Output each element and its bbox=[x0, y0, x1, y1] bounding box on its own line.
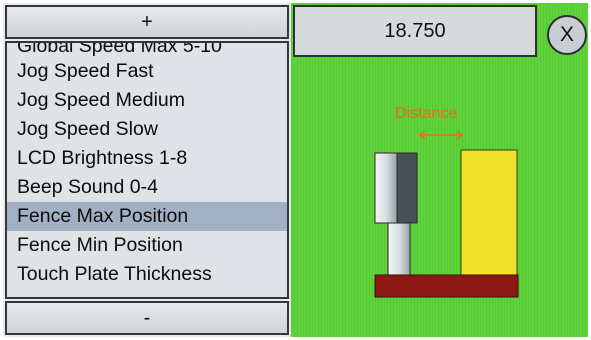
settings-menu-panel: + Global Speed Max 5-10 Jog Speed Fast J… bbox=[3, 3, 291, 337]
router-bit-icon bbox=[374, 152, 418, 276]
menu-item-jog-speed-slow[interactable]: Jog Speed Slow bbox=[7, 115, 287, 144]
fence-block bbox=[460, 149, 518, 277]
router-fence-diagram bbox=[374, 149, 519, 298]
menu-item-global-speed[interactable]: Global Speed Max 5-10 bbox=[7, 43, 287, 57]
illustration-panel: 18.750 X Distance bbox=[291, 3, 588, 337]
menu-item-jog-speed-medium[interactable]: Jog Speed Medium bbox=[7, 86, 287, 115]
scroll-up-plus-button[interactable]: + bbox=[5, 5, 289, 39]
menu-item-jog-speed-fast[interactable]: Jog Speed Fast bbox=[7, 57, 287, 86]
scroll-down-minus-button[interactable]: - bbox=[5, 301, 289, 335]
touchscreen-display: + Global Speed Max 5-10 Jog Speed Fast J… bbox=[3, 3, 588, 337]
menu-item-fence-min-position[interactable]: Fence Min Position bbox=[7, 231, 287, 260]
router-table-base bbox=[374, 274, 519, 298]
menu-item-touch-plate-thickness[interactable]: Touch Plate Thickness bbox=[7, 260, 287, 289]
menu-item-lcd-brightness[interactable]: LCD Brightness 1-8 bbox=[7, 144, 287, 173]
settings-menu-list[interactable]: Global Speed Max 5-10 Jog Speed Fast Jog… bbox=[5, 41, 289, 299]
menu-item-beep-sound[interactable]: Beep Sound 0-4 bbox=[7, 173, 287, 202]
menu-item-fence-max-position[interactable]: Fence Max Position bbox=[7, 202, 287, 231]
